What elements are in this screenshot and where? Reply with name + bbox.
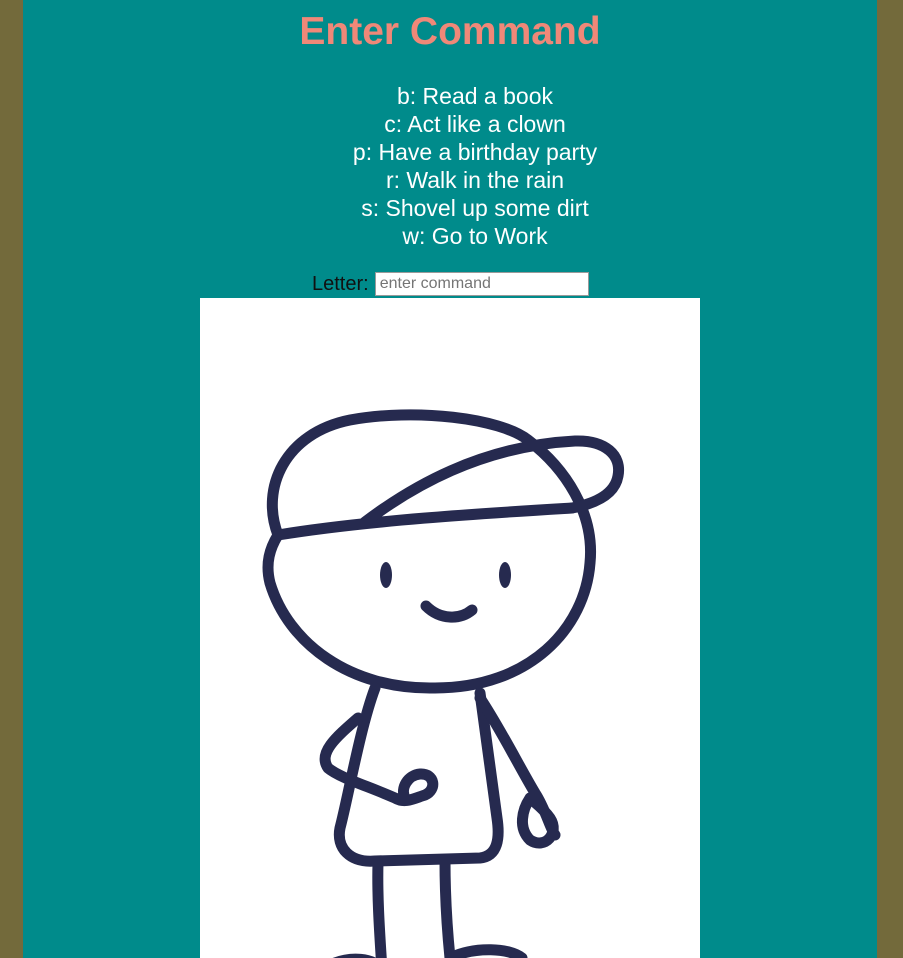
right-eye [499, 562, 511, 588]
left-leg [372, 857, 387, 958]
letter-label: Letter: [312, 273, 369, 295]
command-item-b: b: Read a book [396, 83, 553, 109]
main-panel: Enter Command b: Read a book c: Act like… [23, 0, 877, 958]
illustration-canvas [200, 298, 700, 958]
command-item-w: w: Go to Work [402, 223, 548, 249]
smile [420, 600, 478, 623]
letter-input[interactable] [374, 272, 589, 296]
command-item-r: r: Walk in the rain [385, 167, 565, 193]
right-leg [439, 855, 456, 958]
command-item-p: p: Have a birthday party [352, 139, 598, 165]
left-arm [319, 712, 439, 806]
letter-input-row: Letter: [312, 270, 589, 298]
right-hand [517, 792, 559, 849]
page-title: Enter Command [299, 10, 601, 53]
command-item-s: s: Shovel up some dirt [361, 195, 589, 221]
head-outline [262, 409, 597, 694]
command-item-c: c: Act like a clown [384, 111, 566, 137]
command-list: b: Read a book c: Act like a clown p: Ha… [23, 82, 877, 250]
cartoon-boy-illustration [262, 409, 625, 958]
cap-brim-line [272, 502, 578, 541]
right-foot [444, 944, 528, 958]
left-eye [380, 562, 392, 588]
